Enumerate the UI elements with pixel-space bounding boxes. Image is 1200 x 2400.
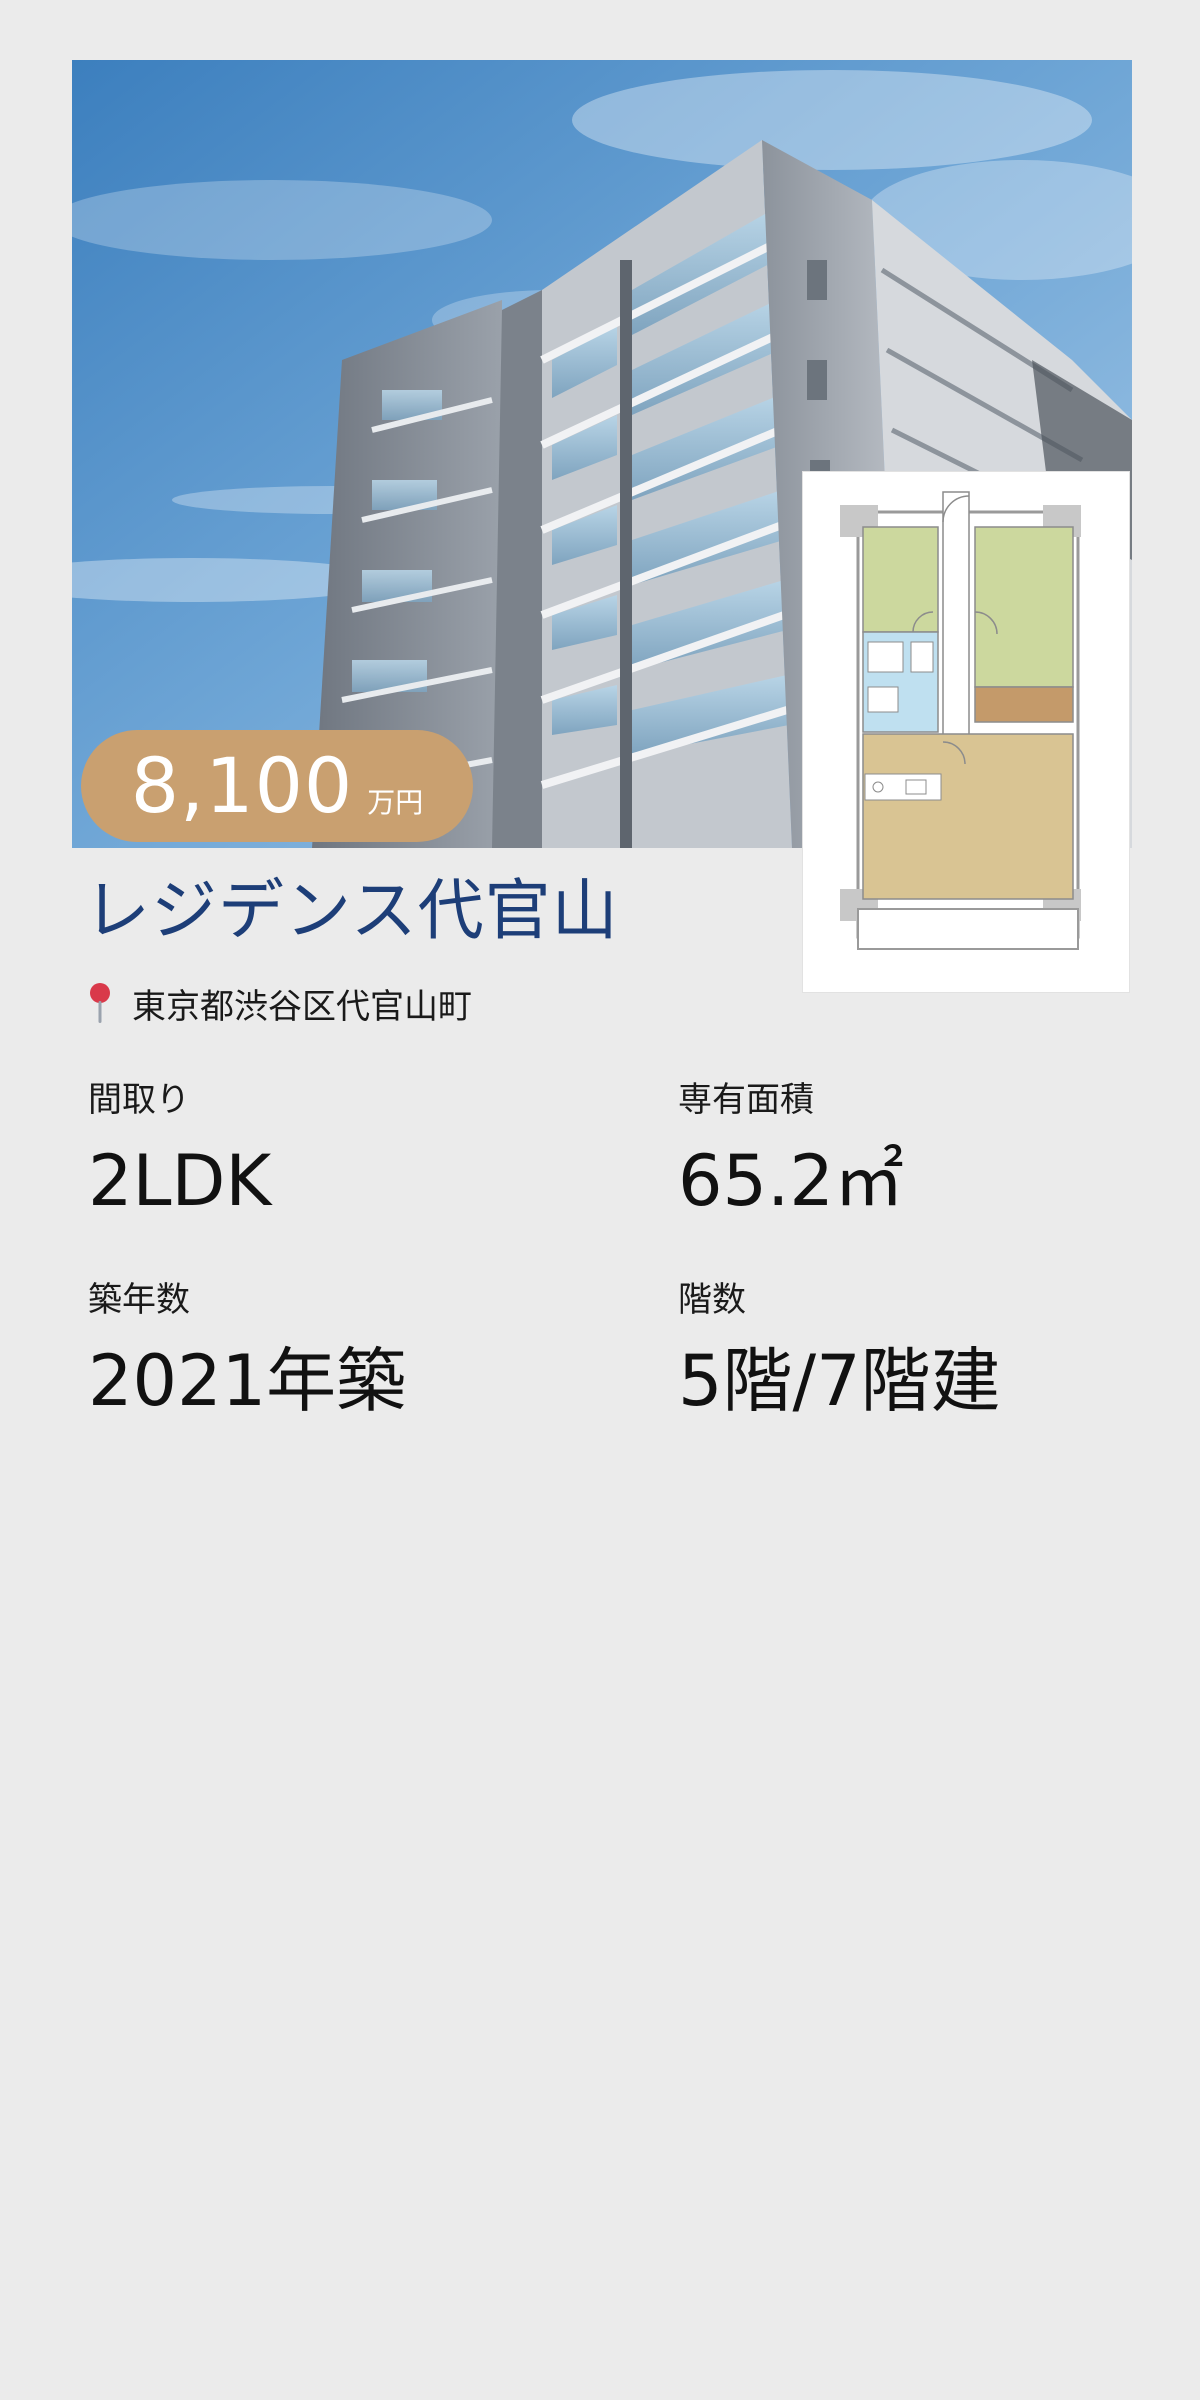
spec-value: 5階/7階建 xyxy=(678,1340,1001,1422)
price-unit: 万円 xyxy=(367,786,424,819)
spec-label: 間取り xyxy=(88,1080,190,1120)
spec-label: 専有面積 xyxy=(678,1080,814,1120)
spec-building-age: 築年数 2021年築 xyxy=(88,1278,406,1426)
property-title: レジデンス代官山 xyxy=(84,872,619,949)
address: 東京都渋谷区代官山町 xyxy=(86,978,472,1028)
spec-area: 専有面積 65.2㎡ xyxy=(678,1078,904,1226)
spec-value: 2021年築 xyxy=(88,1340,407,1422)
spec-value: 65.2㎡ xyxy=(678,1140,904,1222)
floor-plan-image[interactable] xyxy=(803,472,1129,992)
floor-plan-drawing xyxy=(803,472,1129,992)
property-card: 8,100 万円 レジデンス代官山 東京都渋谷区代官山町 間取り 2LDK 専有… xyxy=(0,0,1200,2400)
price-value: 8,100 xyxy=(130,741,354,830)
spec-layout: 間取り 2LDK xyxy=(88,1078,271,1226)
price-badge: 8,100 万円 xyxy=(81,730,473,842)
spec-floor: 階数 5階/7階建 xyxy=(678,1278,1001,1426)
spec-label: 築年数 xyxy=(88,1280,190,1320)
address-text: 東京都渋谷区代官山町 xyxy=(132,986,472,1027)
spec-value: 2LDK xyxy=(88,1140,272,1222)
map-pin-icon xyxy=(90,983,110,1023)
spec-label: 階数 xyxy=(678,1280,746,1320)
